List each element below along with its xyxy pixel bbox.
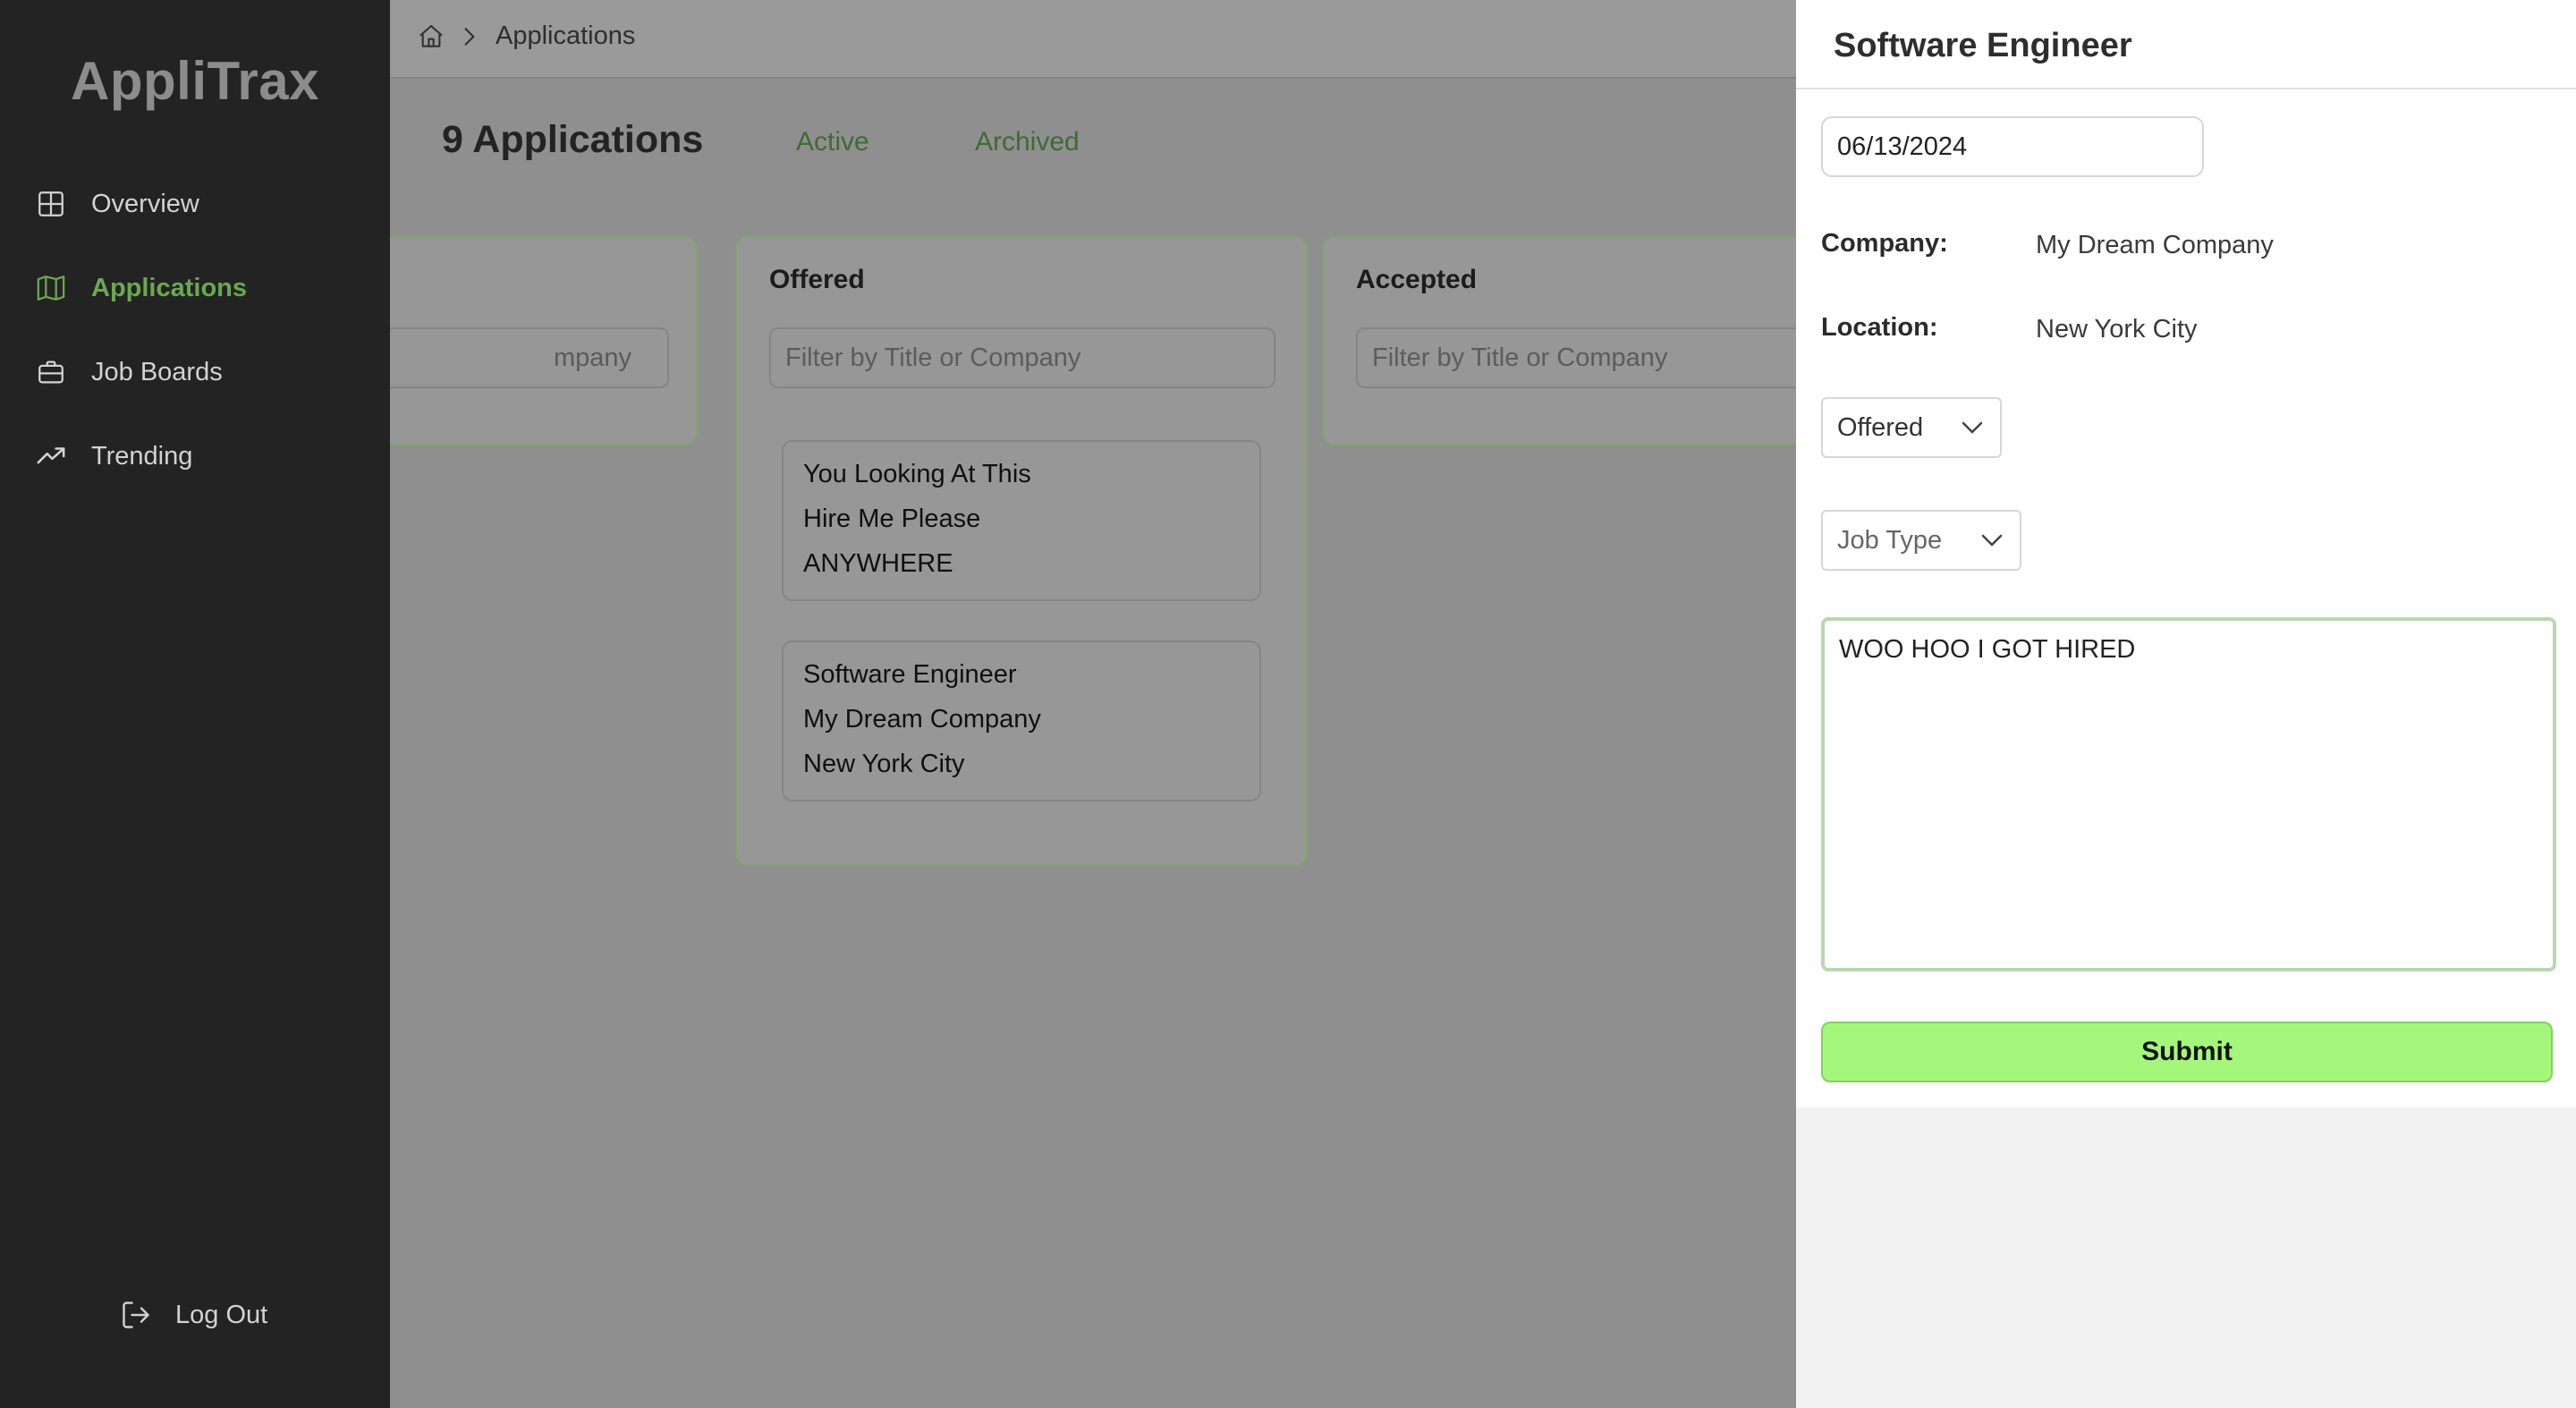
card-company: Hire Me Please: [803, 505, 981, 533]
status-column: [390, 236, 698, 445]
company-value: My Dream Company: [2036, 231, 2274, 259]
card-location: ANYWHERE: [803, 549, 953, 578]
trending-icon: [37, 447, 65, 464]
logout-label: Log Out: [175, 1300, 268, 1329]
card-company: My Dream Company: [803, 705, 1041, 734]
sidebar-item-applications[interactable]: Applications: [36, 261, 247, 315]
briefcase-icon: [38, 360, 64, 384]
status-select[interactable]: Offered: [1821, 397, 2002, 458]
map-icon: [37, 276, 65, 301]
home-icon[interactable]: [417, 22, 445, 51]
grid-icon: [38, 191, 64, 216]
sidebar: AppliTrax Overview Applications Job Boar…: [0, 0, 390, 1408]
date-input[interactable]: [1821, 116, 2204, 177]
column-title: Offered: [769, 265, 865, 294]
sidebar-item-label: Trending: [91, 441, 193, 471]
app-logo: AppliTrax: [71, 51, 319, 111]
column-title: Accepted: [1356, 265, 1478, 294]
card-title: You Looking At This: [803, 460, 1031, 488]
chevron-down-icon: [1981, 534, 2003, 547]
notes-textarea[interactable]: WOO HOO I GOT HIRED: [1821, 617, 2556, 971]
status-column-offered: Offered You Looking At This Hire Me Plea…: [735, 236, 1308, 866]
breadcrumb: Applications: [417, 21, 635, 51]
card-title: Software Engineer: [803, 660, 1017, 689]
submit-button[interactable]: Submit: [1821, 1022, 2553, 1082]
sidebar-item-label: Applications: [91, 273, 248, 302]
column-filter-input[interactable]: [390, 327, 669, 388]
job-type-select-value: Job Type: [1837, 525, 1943, 555]
panel-title: Software Engineer: [1834, 27, 2132, 64]
panel-body: Company: My Dream Company Location: New …: [1796, 89, 2576, 1107]
application-card[interactable]: You Looking At This Hire Me Please ANYWH…: [782, 440, 1261, 601]
column-filter-input[interactable]: [1356, 327, 1862, 388]
breadcrumb-current[interactable]: Applications: [496, 21, 635, 51]
job-type-select[interactable]: Job Type: [1821, 510, 2021, 571]
column-filter-input[interactable]: [769, 327, 1275, 388]
location-label: Location:: [1821, 313, 1938, 342]
location-value: New York City: [2036, 315, 2198, 344]
sidebar-item-label: Overview: [91, 189, 199, 218]
logout-icon: [123, 1302, 149, 1328]
sidebar-item-job-boards[interactable]: Job Boards: [36, 345, 223, 399]
tab-archived[interactable]: Archived: [975, 127, 1080, 157]
status-select-value: Offered: [1837, 412, 1924, 442]
sidebar-item-trending[interactable]: Trending: [36, 429, 192, 483]
logout-button[interactable]: Log Out: [120, 1288, 267, 1342]
application-card[interactable]: Software Engineer My Dream Company New Y…: [782, 640, 1261, 802]
card-location: New York City: [803, 750, 965, 778]
sidebar-item-label: Job Boards: [91, 357, 223, 386]
sidebar-item-overview[interactable]: Overview: [36, 177, 199, 231]
company-label: Company:: [1821, 229, 1948, 258]
panel-header: Software Engineer: [1796, 0, 2576, 89]
chevron-right-icon: [464, 27, 475, 46]
page-title: 9 Applications: [442, 118, 704, 161]
chevron-down-icon: [1962, 421, 1983, 434]
tab-active[interactable]: Active: [796, 127, 869, 157]
application-detail-panel: Software Engineer Company: My Dream Comp…: [1796, 0, 2576, 1408]
